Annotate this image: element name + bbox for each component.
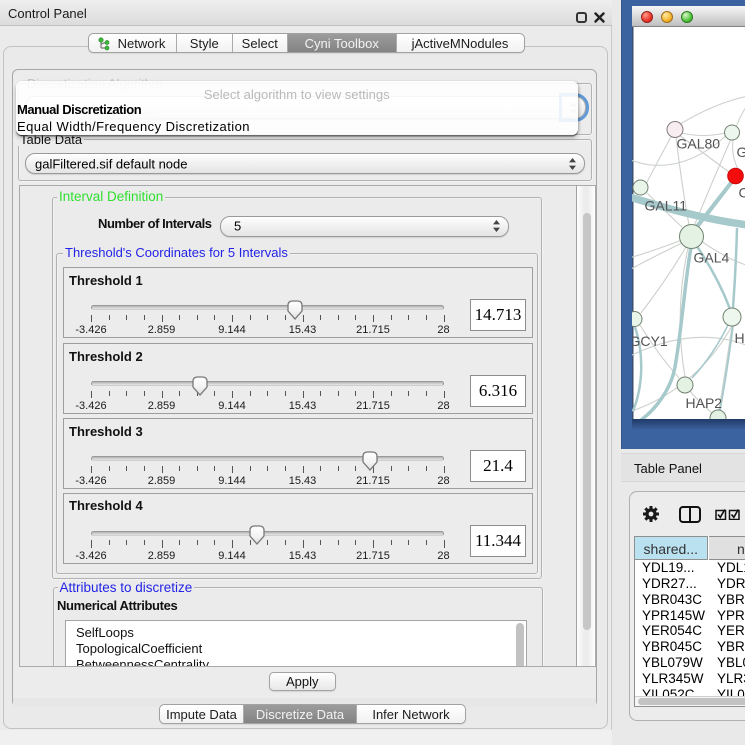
svg-text:GAL80: GAL80 [676, 136, 720, 152]
svg-text:HAP2: HAP2 [685, 395, 722, 411]
svg-text:C: C [738, 185, 745, 201]
svg-text:GCY1: GCY1 [632, 333, 668, 349]
svg-text:GAL11: GAL11 [644, 198, 687, 214]
svg-text:GAL4: GAL4 [693, 250, 729, 266]
svg-text:H: H [734, 330, 744, 346]
svg-text:GA: GA [736, 144, 745, 160]
